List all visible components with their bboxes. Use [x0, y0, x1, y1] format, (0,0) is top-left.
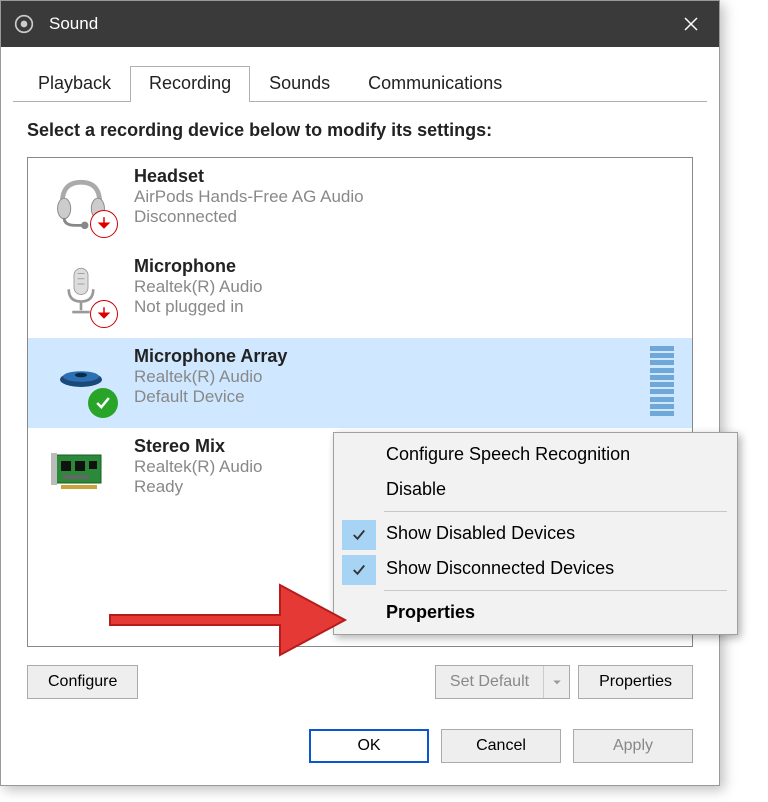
level-meter: [650, 346, 674, 416]
tab-strip: Playback Recording Sounds Communications: [13, 47, 707, 102]
device-microphone[interactable]: Microphone Realtek(R) Audio Not plugged …: [28, 248, 692, 338]
menu-label: Show Disabled Devices: [386, 523, 575, 543]
device-driver: Realtek(R) Audio: [134, 367, 650, 387]
soundcard-icon: [46, 436, 116, 506]
menu-separator: [384, 590, 727, 591]
set-default-label: Set Default: [436, 666, 543, 698]
down-arrow-icon: [90, 210, 118, 238]
device-driver: AirPods Hands-Free AG Audio: [134, 187, 680, 207]
instruction-text: Select a recording device below to modif…: [27, 120, 693, 141]
tab-communications[interactable]: Communications: [349, 66, 521, 102]
tab-sounds[interactable]: Sounds: [250, 66, 349, 102]
dialog-button-row: OK Cancel Apply: [1, 713, 719, 785]
window-title: Sound: [49, 14, 671, 34]
device-headset[interactable]: Headset AirPods Hands-Free AG Audio Disc…: [28, 158, 692, 248]
tab-recording[interactable]: Recording: [130, 66, 250, 102]
check-icon: [342, 520, 376, 550]
menu-show-disabled[interactable]: Show Disabled Devices: [334, 516, 737, 551]
cancel-button[interactable]: Cancel: [441, 729, 561, 763]
device-driver: Realtek(R) Audio: [134, 277, 680, 297]
device-button-row: Configure Set Default Properties: [27, 665, 693, 699]
down-arrow-icon: [90, 300, 118, 328]
device-status: Not plugged in: [134, 297, 680, 317]
properties-button[interactable]: Properties: [578, 665, 693, 699]
device-name: Microphone: [134, 256, 680, 277]
speaker-icon: [13, 13, 35, 35]
menu-configure-speech[interactable]: Configure Speech Recognition: [334, 437, 737, 472]
tab-playback[interactable]: Playback: [19, 66, 130, 102]
microphone-icon: [46, 256, 116, 326]
device-name: Headset: [134, 166, 680, 187]
checkmark-icon: [88, 388, 118, 418]
mic-array-icon: [46, 346, 116, 416]
device-microphone-array[interactable]: Microphone Array Realtek(R) Audio Defaul…: [28, 338, 692, 428]
apply-button[interactable]: Apply: [573, 729, 693, 763]
configure-button[interactable]: Configure: [27, 665, 138, 699]
menu-show-disconnected[interactable]: Show Disconnected Devices: [334, 551, 737, 586]
set-default-split-button[interactable]: Set Default: [435, 665, 570, 699]
ok-button[interactable]: OK: [309, 729, 429, 763]
device-context-menu: Configure Speech Recognition Disable Sho…: [333, 432, 738, 635]
chevron-down-icon[interactable]: [543, 666, 569, 698]
menu-properties[interactable]: Properties: [334, 595, 737, 630]
menu-label: Show Disconnected Devices: [386, 558, 614, 578]
close-button[interactable]: [671, 4, 711, 44]
titlebar: Sound: [1, 1, 719, 47]
sound-dialog: Sound Playback Recording Sounds Communic…: [0, 0, 720, 786]
device-status: Disconnected: [134, 207, 680, 227]
menu-disable[interactable]: Disable: [334, 472, 737, 507]
check-icon: [342, 555, 376, 585]
headset-icon: [46, 166, 116, 236]
menu-separator: [384, 511, 727, 512]
device-name: Microphone Array: [134, 346, 650, 367]
device-status: Default Device: [134, 387, 650, 407]
